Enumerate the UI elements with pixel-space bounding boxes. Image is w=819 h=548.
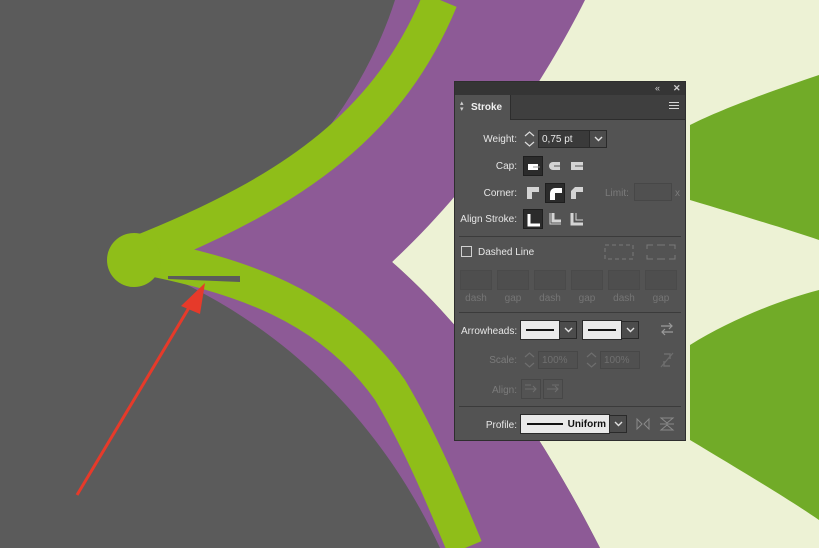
- swap-arrowheads-icon[interactable]: [659, 322, 675, 336]
- weight-input[interactable]: 0,75 pt: [538, 130, 590, 148]
- gap-input-3[interactable]: [645, 270, 677, 290]
- chevron-down-icon: [564, 327, 573, 333]
- panel-menu-icon[interactable]: [669, 102, 679, 111]
- close-icon[interactable]: ✕: [673, 83, 681, 94]
- align-dash-icon[interactable]: [645, 243, 677, 261]
- dash-input-2[interactable]: [534, 270, 566, 290]
- miter-join-button[interactable]: [523, 183, 543, 203]
- weight-dropdown-button[interactable]: [589, 130, 607, 148]
- arrow-tip-at-end-button[interactable]: [543, 379, 563, 399]
- double-chevron-left-icon[interactable]: «: [655, 83, 660, 94]
- divider: [459, 406, 681, 407]
- gap-label-3: gap: [652, 293, 670, 304]
- flip-along-icon[interactable]: [635, 417, 651, 431]
- align-center-button[interactable]: [523, 209, 543, 229]
- arrowheads-label: Arrowheads:: [461, 326, 518, 337]
- tab-collapse-arrows-icon[interactable]: ▴ ▾: [460, 100, 466, 113]
- arrow-tip-beyond-button[interactable]: [521, 379, 541, 399]
- scale-end-stepper-icon[interactable]: [585, 351, 598, 369]
- corner-label: Corner:: [483, 188, 517, 199]
- gap-input-2[interactable]: [571, 270, 603, 290]
- arrow-tip-at-end-icon: [547, 384, 559, 393]
- profile-select[interactable]: Uniform: [520, 414, 610, 434]
- dash-label-3: dash: [613, 293, 635, 304]
- dashed-line-label: Dashed Line: [478, 247, 535, 258]
- butt-cap-button[interactable]: [523, 156, 543, 176]
- panel-tabbar: ▴ ▾ Stroke: [455, 95, 685, 120]
- round-cap-icon: [549, 162, 561, 170]
- scale-end-input[interactable]: 100%: [600, 351, 640, 369]
- align-outside-button[interactable]: [567, 209, 587, 229]
- dash-label-2: dash: [539, 293, 561, 304]
- green-stroke-corner: [107, 233, 161, 287]
- profile-value: Uniform: [567, 419, 606, 430]
- profile-dropdown[interactable]: [609, 415, 627, 433]
- bevel-join-icon: [571, 187, 583, 199]
- round-join-icon: [550, 188, 562, 200]
- dash-label-1: dash: [465, 293, 487, 304]
- scale-start-stepper-icon[interactable]: [523, 351, 536, 369]
- weight-label: Weight:: [483, 134, 517, 145]
- dash-input-3[interactable]: [608, 270, 640, 290]
- align-outside-icon: [570, 213, 583, 226]
- gap-label-2: gap: [578, 293, 596, 304]
- weight-stepper-icon[interactable]: [523, 130, 536, 148]
- limit-suffix: x: [675, 188, 680, 199]
- gap-input-1[interactable]: [497, 270, 529, 290]
- round-join-button[interactable]: [545, 183, 565, 203]
- start-arrowhead-select[interactable]: [520, 320, 560, 340]
- chevron-down-icon: [594, 136, 603, 142]
- scale-start-input[interactable]: 100%: [538, 351, 578, 369]
- projecting-cap-icon: [571, 162, 583, 170]
- dashed-line-checkbox[interactable]: [461, 246, 472, 257]
- flip-across-icon[interactable]: [659, 417, 675, 431]
- link-scale-icon[interactable]: [660, 352, 674, 368]
- projecting-cap-button[interactable]: [567, 156, 587, 176]
- end-arrowhead-dropdown[interactable]: [621, 321, 639, 339]
- preserve-dash-icon[interactable]: [603, 243, 635, 261]
- scale-label: Scale:: [489, 355, 517, 366]
- end-arrowhead-select[interactable]: [582, 320, 622, 340]
- arrow-tip-beyond-icon: [525, 384, 537, 393]
- tab-stroke[interactable]: ▴ ▾ Stroke: [455, 95, 511, 120]
- align-center-icon: [527, 214, 540, 227]
- align-stroke-label: Align Stroke:: [460, 214, 517, 225]
- artboard-canvas[interactable]: [0, 0, 819, 548]
- align-inside-button[interactable]: [545, 209, 565, 229]
- round-cap-button[interactable]: [545, 156, 565, 176]
- dash-input-1[interactable]: [460, 270, 492, 290]
- chevron-down-icon: [626, 327, 635, 333]
- stroke-panel: « ✕ ▴ ▾ Stroke Weight: 0,75 pt Cap: Corne…: [454, 81, 686, 441]
- miter-join-icon: [527, 187, 539, 199]
- start-arrowhead-dropdown[interactable]: [559, 321, 577, 339]
- gap-label-1: gap: [504, 293, 522, 304]
- chevron-down-icon: [614, 421, 623, 427]
- tab-stroke-label: Stroke: [471, 102, 503, 113]
- bevel-join-button[interactable]: [567, 183, 587, 203]
- profile-label: Profile:: [485, 420, 517, 431]
- align-inside-icon: [549, 213, 561, 225]
- limit-input[interactable]: [634, 183, 672, 201]
- panel-titlebar[interactable]: « ✕: [455, 82, 685, 95]
- align-arrows-label: Align:: [491, 385, 517, 396]
- butt-cap-icon: [528, 164, 540, 170]
- divider: [459, 236, 681, 237]
- divider: [459, 312, 681, 313]
- limit-label: Limit:: [605, 188, 629, 199]
- cap-label: Cap:: [495, 161, 517, 172]
